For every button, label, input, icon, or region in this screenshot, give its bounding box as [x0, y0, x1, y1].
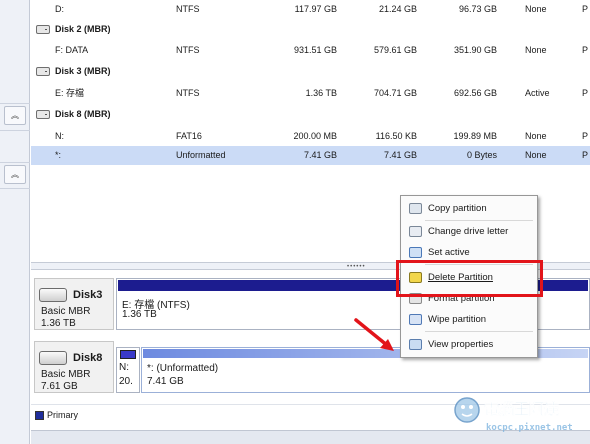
- partition-name: *:: [55, 150, 62, 160]
- partition-filesystem: Unformatted: [176, 150, 226, 160]
- partition-name: N:: [55, 131, 64, 141]
- watermark-logo: 電腦王阿達 kocpc.pixnet.net: [454, 397, 573, 433]
- disk-card-disk3[interactable]: Disk3 Basic MBR 1.36 TB: [34, 278, 114, 330]
- partition-capacity: 7.41 GB: [303, 150, 337, 160]
- partition-row[interactable]: E: 存檔 NTFS 1.36 TB 704.71 GB 692.56 GB A…: [31, 84, 590, 103]
- menu-item-view-properties[interactable]: View properties: [403, 335, 535, 355]
- menu-item-change-drive-letter[interactable]: Change drive letter: [403, 222, 535, 242]
- disk-card-type: Basic MBR: [41, 306, 91, 317]
- partition-used: 21.24 GB: [378, 4, 417, 14]
- partition-row[interactable]: D: NTFS 117.97 GB 21.24 GB 96.73 GB None…: [31, 0, 590, 19]
- partition-capacity: 200.00 MB: [293, 131, 337, 141]
- partition-filesystem: NTFS: [176, 88, 200, 98]
- properties-icon: [409, 339, 422, 350]
- disk-card-name: Disk8: [73, 352, 103, 364]
- disk-card-type: Basic MBR: [41, 369, 91, 380]
- disk-name: Disk 8 (MBR): [55, 109, 111, 119]
- left-action-panel: ︽ ︽: [0, 0, 30, 444]
- menu-item-wipe-partition[interactable]: Wipe partition: [403, 310, 535, 330]
- partition-usage-bar: [120, 350, 136, 359]
- hard-disk-icon: [39, 351, 67, 365]
- partition-status: None: [525, 150, 547, 160]
- menu-item-label: Wipe partition: [428, 314, 487, 325]
- partition-status: Active: [525, 88, 550, 98]
- partition-unused: 199.89 MB: [453, 131, 497, 141]
- partition-name: E: 存檔: [55, 88, 85, 98]
- partition-filesystem: NTFS: [176, 45, 200, 55]
- partition-used: 116.50 KB: [375, 131, 417, 141]
- svg-text:kocpc.pixnet.net: kocpc.pixnet.net: [486, 422, 573, 433]
- menu-item-label: Copy partition: [428, 203, 487, 214]
- annotation-highlight-box: [396, 260, 543, 297]
- partition-block-size: 7.41 GB: [147, 376, 184, 387]
- disk-header-row[interactable]: Disk 2 (MBR): [31, 20, 590, 39]
- legend-primary-label: Primary: [47, 410, 78, 420]
- disk-card-size: 7.61 GB: [41, 381, 78, 392]
- partition-unused: 351.90 GB: [453, 45, 497, 55]
- partition-unused: 0 Bytes: [466, 150, 497, 160]
- partition-type: P: [582, 131, 589, 141]
- partition-row[interactable]: N: FAT16 200.00 MB 116.50 KB 199.89 MB N…: [31, 127, 590, 146]
- partition-block-n[interactable]: N: 20.: [116, 347, 140, 393]
- partition-type: P: [582, 150, 589, 160]
- partition-status: None: [525, 45, 547, 55]
- svg-text:電腦王阿達: 電腦王阿達: [484, 400, 559, 418]
- menu-item-copy-partition[interactable]: Copy partition: [403, 199, 535, 219]
- disk-name: Disk 3 (MBR): [55, 66, 111, 76]
- partition-status: None: [525, 4, 547, 14]
- partition-name: D:: [55, 4, 64, 14]
- hard-disk-icon: [39, 288, 67, 302]
- disk-card-name: Disk3: [73, 289, 103, 301]
- disk-card-disk8[interactable]: Disk8 Basic MBR 7.61 GB: [34, 341, 114, 393]
- menu-item-label: Change drive letter: [428, 226, 509, 237]
- partition-block-size: 1.36 TB: [122, 309, 157, 320]
- disk-card-size: 1.36 TB: [41, 318, 76, 329]
- disk-header-row[interactable]: Disk 3 (MBR): [31, 62, 590, 81]
- partition-used: 7.41 GB: [383, 150, 417, 160]
- hard-disk-icon: [36, 25, 50, 34]
- partition-used: 579.61 GB: [373, 45, 417, 55]
- collapse-section-button[interactable]: ︽: [4, 106, 26, 125]
- set-active-icon: [409, 247, 422, 258]
- panel-divider: [0, 103, 30, 104]
- menu-item-label: View properties: [428, 339, 494, 350]
- partition-type: P: [582, 88, 589, 98]
- chevron-double-up-icon: ︽: [11, 110, 19, 120]
- partition-block-label: *: (Unformatted): [147, 363, 219, 374]
- chevron-double-up-icon: ︽: [11, 169, 19, 179]
- partition-filesystem: NTFS: [176, 4, 200, 14]
- partition-capacity: 117.97 GB: [294, 4, 337, 14]
- hard-disk-icon: [36, 110, 50, 119]
- annotation-arrow-icon: [354, 318, 394, 351]
- panel-divider: [0, 130, 30, 131]
- partition-block-label: N:: [119, 362, 129, 373]
- copy-icon: [409, 203, 422, 214]
- partition-row[interactable]: F: DATA NTFS 931.51 GB 579.61 GB 351.90 …: [31, 41, 590, 60]
- partition-unused: 96.73 GB: [458, 4, 497, 14]
- menu-separator: [425, 331, 533, 332]
- partition-type: P: [582, 45, 589, 55]
- partition-unused: 692.56 GB: [453, 88, 497, 98]
- partition-used: 704.71 GB: [373, 88, 417, 98]
- partition-name: F: DATA: [55, 45, 89, 55]
- splitter-grip-icon[interactable]: ••••••: [347, 264, 366, 270]
- partition-type: P: [582, 4, 589, 14]
- collapse-section-button[interactable]: ︽: [4, 165, 26, 184]
- hard-disk-icon: [36, 67, 50, 76]
- panel-divider: [0, 188, 30, 189]
- disk-header-row[interactable]: Disk 8 (MBR): [31, 105, 590, 124]
- drive-letter-icon: [409, 226, 422, 237]
- partition-capacity: 931.51 GB: [293, 45, 337, 55]
- primary-swatch-icon: [35, 411, 44, 420]
- wipe-icon: [409, 314, 422, 325]
- panel-divider: [0, 162, 30, 163]
- partition-block-size: 20.: [119, 376, 133, 387]
- partition-row-selected[interactable]: *: Unformatted 7.41 GB 7.41 GB 0 Bytes N…: [31, 146, 590, 165]
- partition-filesystem: FAT16: [176, 131, 202, 141]
- partition-capacity: 1.36 TB: [305, 88, 337, 98]
- disk-name: Disk 2 (MBR): [55, 24, 111, 34]
- partition-status: None: [525, 131, 547, 141]
- menu-separator: [425, 220, 533, 221]
